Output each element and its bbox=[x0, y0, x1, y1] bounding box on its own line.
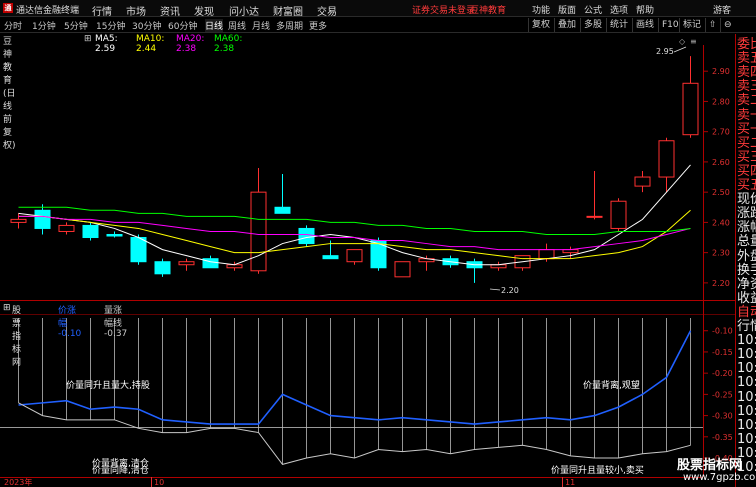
quote-panel-label: 10:5 bbox=[737, 417, 756, 433]
quote-panel-label: 行情 bbox=[737, 319, 756, 334]
indicator-tick-label: -0.20 bbox=[712, 369, 733, 378]
indicator-tick-label: -0.25 bbox=[712, 390, 733, 399]
quote-panel-label: 10:5 bbox=[737, 361, 756, 377]
annotation-both-fall: 价量同降,清仓 bbox=[92, 466, 149, 476]
quote-panel-label: 自动 bbox=[737, 304, 756, 320]
quote-panel-label: 买一 bbox=[737, 121, 756, 137]
low-price-label: 2.20 bbox=[501, 286, 519, 295]
quote-panel: 委比卖五卖四卖三卖二卖一买一买二买三买四买五现价涨跌涨幅总量外盘换手净资收益自动… bbox=[735, 34, 756, 487]
price-tick-label: 2.80 bbox=[712, 97, 730, 106]
quote-panel-label: 买五 bbox=[737, 178, 756, 193]
quote-panel-label: 买二 bbox=[737, 135, 756, 151]
price-tick-label: 2.30 bbox=[712, 249, 730, 258]
quote-panel-label: 现价 bbox=[737, 192, 756, 208]
low-arrow-icon bbox=[489, 288, 501, 291]
indicator-line1-label: 价涨幅 -0.10 bbox=[58, 306, 82, 339]
candle-up[interactable] bbox=[658, 140, 675, 178]
watermark-title: 股票指标网 bbox=[677, 458, 743, 473]
quote-panel-label: 10:5 bbox=[737, 347, 756, 363]
price-tick-label: 2.40 bbox=[712, 218, 730, 227]
quote-panel-label: 收益 bbox=[737, 290, 756, 306]
quote-panel-label: 净资 bbox=[737, 276, 756, 292]
quote-panel-label: 委比 bbox=[737, 37, 756, 52]
candle-down[interactable] bbox=[298, 227, 315, 245]
quote-panel-label: 换手 bbox=[737, 262, 756, 278]
candle-down[interactable] bbox=[322, 255, 339, 260]
price-tick-label: 2.60 bbox=[712, 158, 730, 167]
quote-panel-label: 10:5 bbox=[737, 333, 756, 349]
quote-panel-label: 10:5 bbox=[737, 375, 756, 391]
candle-up[interactable] bbox=[178, 261, 195, 266]
candle-down[interactable] bbox=[82, 224, 99, 239]
ma-line-ma20 bbox=[18, 215, 691, 251]
indicator-line2-label: 量涨幅线 -0.37 bbox=[104, 306, 128, 339]
indicator-tick-label: -0.10 bbox=[712, 327, 733, 336]
candle-up[interactable] bbox=[634, 176, 651, 187]
quote-panel-label: 卖二 bbox=[737, 93, 756, 109]
candle-down[interactable] bbox=[106, 233, 123, 237]
price-tick-label: 2.50 bbox=[712, 188, 730, 197]
date-label-oct: 10 bbox=[154, 478, 164, 487]
high-arrow-icon bbox=[673, 46, 687, 53]
indicator-icon: ⊞ bbox=[3, 303, 11, 313]
quote-panel-label: 买四 bbox=[737, 163, 756, 179]
candle-up[interactable] bbox=[58, 224, 75, 232]
menu-icon[interactable]: ≡ bbox=[690, 37, 697, 46]
quote-panel-label: 10:5 bbox=[737, 431, 756, 447]
candle-up[interactable] bbox=[538, 249, 555, 260]
kline-chart[interactable]: 2.90 2.80 2.70 2.60 2.50 2.40 2.30 2.20 -0.10 -0… bbox=[0, 0, 756, 487]
indicator-name[interactable]: 股票指标网 bbox=[12, 303, 21, 368]
price-tick-label: 2.70 bbox=[712, 128, 730, 137]
annotation-rise-small: 价量同升且量较小,卖买 bbox=[551, 466, 644, 476]
watermark-url: www.7gpzb.com bbox=[683, 472, 756, 483]
quote-panel-label: 10:5 bbox=[737, 389, 756, 405]
diamond-icon: ◇ bbox=[679, 37, 686, 46]
price-tick-label: 2.90 bbox=[712, 67, 730, 76]
candle-up[interactable] bbox=[346, 249, 363, 263]
candle-up[interactable] bbox=[586, 215, 603, 218]
quote-panel-label: 卖一 bbox=[737, 107, 756, 123]
annotation-watch: 价量背离,观望 bbox=[583, 381, 640, 391]
candle-up[interactable] bbox=[682, 82, 699, 136]
quote-panel-label: 涨跌 bbox=[737, 206, 756, 222]
indicator-tick-label: -0.30 bbox=[712, 412, 733, 421]
price-tick-label: 2.20 bbox=[712, 279, 730, 288]
quote-panel-label: 10:5 bbox=[737, 403, 756, 419]
quote-panel-label: 涨幅 bbox=[737, 220, 756, 236]
candle-up[interactable] bbox=[394, 261, 411, 278]
candle-up[interactable] bbox=[10, 218, 27, 223]
quote-panel-label: 卖五 bbox=[737, 51, 756, 67]
indicator-tick-label: -0.15 bbox=[712, 348, 733, 357]
quote-panel-label: 总量 bbox=[737, 234, 756, 250]
candle-down[interactable] bbox=[130, 237, 147, 263]
annotation-hold: 价量同升且量大,持股 bbox=[66, 381, 150, 391]
candle-up[interactable] bbox=[610, 200, 627, 229]
quote-panel-label: 卖四 bbox=[737, 65, 756, 81]
high-price-label: 2.95 bbox=[656, 47, 674, 56]
candle-down[interactable] bbox=[274, 206, 291, 214]
date-label-year: 2023年 bbox=[4, 477, 32, 487]
candle-down[interactable] bbox=[34, 209, 51, 229]
quote-panel-label: 卖三 bbox=[737, 79, 756, 95]
quote-panel-label: 买三 bbox=[737, 149, 756, 165]
indicator-tick-label: -0.35 bbox=[712, 433, 733, 442]
candle-up[interactable] bbox=[250, 191, 267, 272]
date-label-nov: 11 bbox=[565, 478, 575, 487]
quote-panel-label: 外盘 bbox=[737, 248, 756, 264]
candle-down[interactable] bbox=[154, 261, 171, 275]
